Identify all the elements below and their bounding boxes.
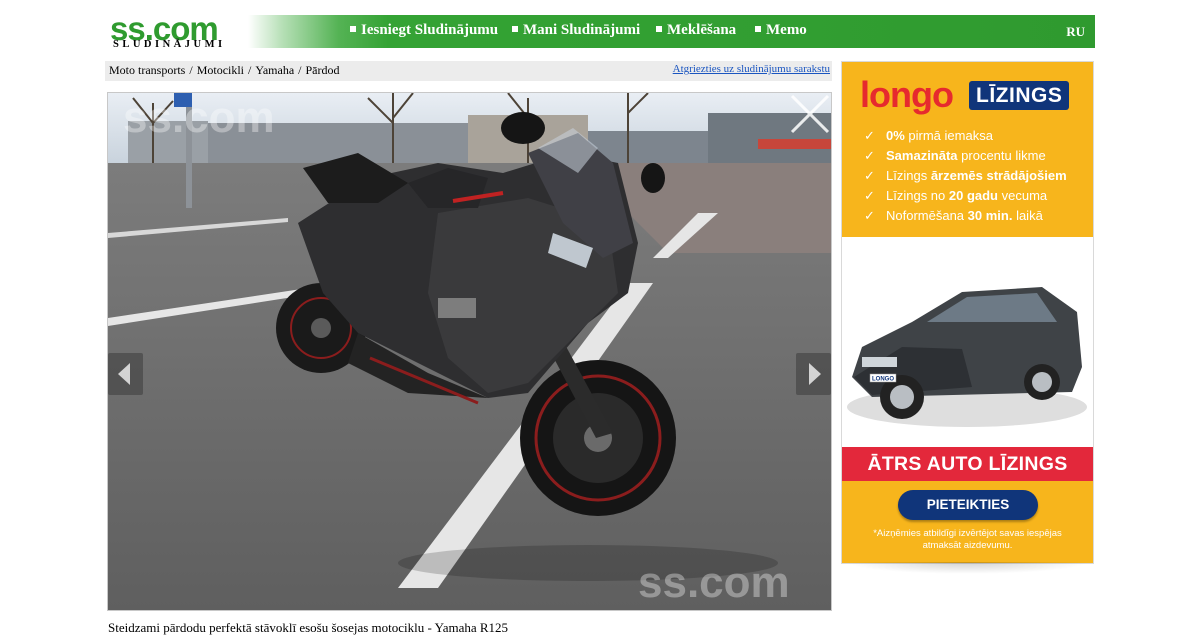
square-bullet-icon — [512, 26, 518, 32]
listing-description: Steidzami pārdodu perfektā stāvoklī esoš… — [108, 620, 509, 635]
chevron-left-icon[interactable] — [108, 353, 143, 395]
motorcycle-photo — [108, 93, 831, 610]
ad-headline: ĀTRS AUTO LĪZINGS — [842, 447, 1093, 481]
breadcrumb-moto-transport[interactable]: Moto transports — [109, 63, 185, 77]
ad-feature: ✓ Līzings no 20 gadu vecuma — [864, 188, 1048, 203]
breadcrumb: Moto transports / Motocikli / Yamaha / Pārdod … — [105, 61, 832, 81]
close-icon[interactable] — [789, 93, 831, 135]
logo-subtitle: SLUDINĀJUMI — [113, 39, 226, 50]
nav-submit-ad[interactable]: Iesniegt Sludinājumu — [350, 22, 498, 39]
checkmark-icon: ✓ — [864, 188, 875, 203]
ad-feature: ✓ 0% pirmā iemaksa — [864, 128, 993, 143]
breadcrumb-separator: / — [298, 63, 302, 77]
chevron-right-icon[interactable] — [796, 353, 831, 395]
ad-shadow — [845, 562, 1089, 574]
nav-search[interactable]: Meklēšana — [656, 22, 736, 39]
top-navigation-bar: Iesniegt Sludinājumu Mani Sludinājumi Me… — [248, 15, 1095, 48]
nav-label: Iesniegt Sludinājumu — [361, 22, 499, 38]
square-bullet-icon — [656, 26, 662, 32]
ad-car-image: LONGO — [842, 237, 1093, 449]
watermark-logo: ss.com — [123, 93, 275, 142]
ad-badge: LĪZINGS — [969, 81, 1070, 110]
nav-my-ads[interactable]: Mani Sludinājumi — [512, 22, 640, 39]
ad-feature: ✓ Noformēšana 30 min. laikā — [864, 208, 1043, 223]
checkmark-icon: ✓ — [864, 148, 875, 163]
nav-memo[interactable]: Memo — [755, 22, 807, 39]
longo-leasing-ad[interactable]: longo LĪZINGS ✓ 0% pirmā iemaksa ✓ Samazin… — [841, 61, 1094, 564]
square-bullet-icon — [755, 26, 761, 32]
watermark-logo: ss.com — [638, 558, 790, 607]
ad-apply-button[interactable]: PIETEIKTIES — [898, 490, 1038, 520]
breadcrumb-motorcycles[interactable]: Motocikli — [197, 63, 244, 77]
listing-photo[interactable]: ss.com ss.com — [107, 92, 832, 611]
ad-disclaimer: *Aizņēmies atbildīgi izvērtējot savas ie… — [873, 528, 1062, 551]
breadcrumb-separator: / — [189, 63, 193, 77]
ad-feature: ✓ Līzings ārzemēs strādājošiem — [864, 168, 1067, 183]
checkmark-icon: ✓ — [864, 168, 875, 183]
nav-label: Memo — [766, 22, 807, 38]
ad-brand-logo: longo — [860, 74, 954, 115]
nav-label: Mani Sludinājumi — [523, 22, 641, 38]
breadcrumb-separator: / — [248, 63, 252, 77]
square-bullet-icon — [350, 26, 356, 32]
ad-car-plate: LONGO — [872, 377, 894, 383]
ad-feature-list: ✓ 0% pirmā iemaksa ✓ Samazināta procentu l… — [864, 128, 1067, 228]
checkmark-icon: ✓ — [864, 208, 875, 223]
site-logo[interactable]: ss.com SLUDINĀJUMI — [110, 12, 240, 52]
ad-feature: ✓ Samazināta procentu likme — [864, 148, 1046, 163]
language-switch-ru[interactable]: RU — [1066, 24, 1085, 40]
breadcrumb-yamaha[interactable]: Yamaha — [255, 63, 294, 77]
back-to-list-link[interactable]: Atgriezties uz sludinājumu sarakstu — [673, 63, 830, 75]
checkmark-icon: ✓ — [864, 128, 875, 143]
breadcrumb-sell[interactable]: Pārdod — [306, 63, 340, 77]
nav-label: Meklēšana — [667, 22, 737, 38]
